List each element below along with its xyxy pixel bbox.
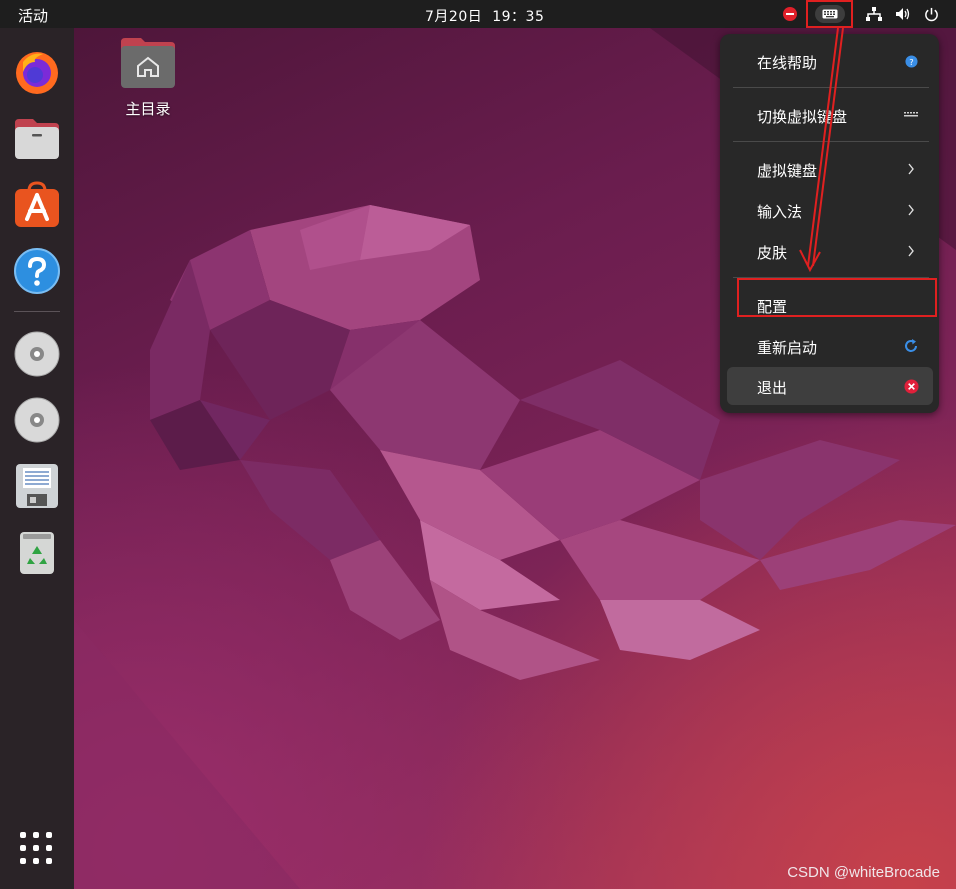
dock-separator <box>14 311 60 312</box>
clock[interactable]: 7月20日 19：35 <box>425 6 544 26</box>
app-center-icon[interactable] <box>13 181 61 229</box>
menu-separator <box>733 141 929 142</box>
cd-drive-icon[interactable] <box>13 330 61 378</box>
refresh-icon <box>903 338 919 354</box>
do-not-disturb-icon[interactable] <box>781 0 799 28</box>
top-bar: 活动 7月20日 19：35 <box>0 0 956 28</box>
help-icon[interactable] <box>13 247 61 295</box>
menu-item-restart[interactable]: 重新启动 <box>727 327 933 365</box>
keyboard-icon <box>814 5 845 23</box>
menu-item-virtual-keyboard[interactable]: 虚拟键盘 <box>727 150 933 188</box>
firefox-icon[interactable] <box>13 48 61 96</box>
menu-item-label: 退出 <box>757 379 788 397</box>
date-label: 7月20日 <box>425 9 483 25</box>
menu-item-configure[interactable]: 配置 <box>727 286 933 324</box>
close-circle-icon <box>903 378 919 394</box>
svg-text:?: ? <box>909 56 913 66</box>
menu-item-label: 虚拟键盘 <box>757 162 818 180</box>
keyboard-indicator[interactable] <box>806 0 853 28</box>
home-folder-label: 主目录 <box>125 100 171 118</box>
power-icon[interactable] <box>921 0 941 28</box>
volume-icon[interactable] <box>893 0 913 28</box>
menu-item-label: 皮肤 <box>757 244 788 262</box>
menu-item-label: 输入法 <box>757 203 803 221</box>
cd-drive-icon[interactable] <box>13 396 61 444</box>
help-circle-icon: ? <box>903 53 919 69</box>
activities-button[interactable]: 活动 <box>18 5 48 26</box>
network-icon[interactable] <box>865 0 883 28</box>
menu-item-skin[interactable]: 皮肤 <box>727 232 933 270</box>
trash-icon[interactable] <box>13 528 61 576</box>
show-apps-icon[interactable] <box>20 832 54 866</box>
keyboard-icon <box>903 107 919 123</box>
watermark: CSDN @whiteBrocade <box>787 864 940 881</box>
chevron-right-icon <box>903 161 919 177</box>
menu-item-online-help[interactable]: 在线帮助 ? <box>727 42 933 80</box>
input-method-menu: 在线帮助 ? 切换虚拟键盘 虚拟键盘 输入法 皮肤 配置 重新启动 退出 <box>720 34 939 413</box>
menu-item-label: 重新启动 <box>757 339 818 357</box>
dock <box>0 28 74 889</box>
menu-item-input-method[interactable]: 输入法 <box>727 191 933 229</box>
menu-item-label: 在线帮助 <box>757 54 818 72</box>
home-folder-desktop-icon[interactable]: 主目录 <box>112 36 184 119</box>
files-icon[interactable] <box>13 115 61 163</box>
home-folder-icon <box>121 38 175 88</box>
menu-item-toggle-virtual-keyboard[interactable]: 切换虚拟键盘 <box>727 96 933 134</box>
time-label: 19：35 <box>492 9 545 25</box>
menu-separator <box>733 87 929 88</box>
menu-item-exit[interactable]: 退出 <box>727 367 933 405</box>
chevron-right-icon <box>903 243 919 259</box>
menu-item-label: 配置 <box>757 298 788 316</box>
menu-separator <box>733 277 929 278</box>
menu-item-label: 切换虚拟键盘 <box>757 108 848 126</box>
floppy-disk-icon[interactable] <box>13 462 61 510</box>
chevron-right-icon <box>903 202 919 218</box>
